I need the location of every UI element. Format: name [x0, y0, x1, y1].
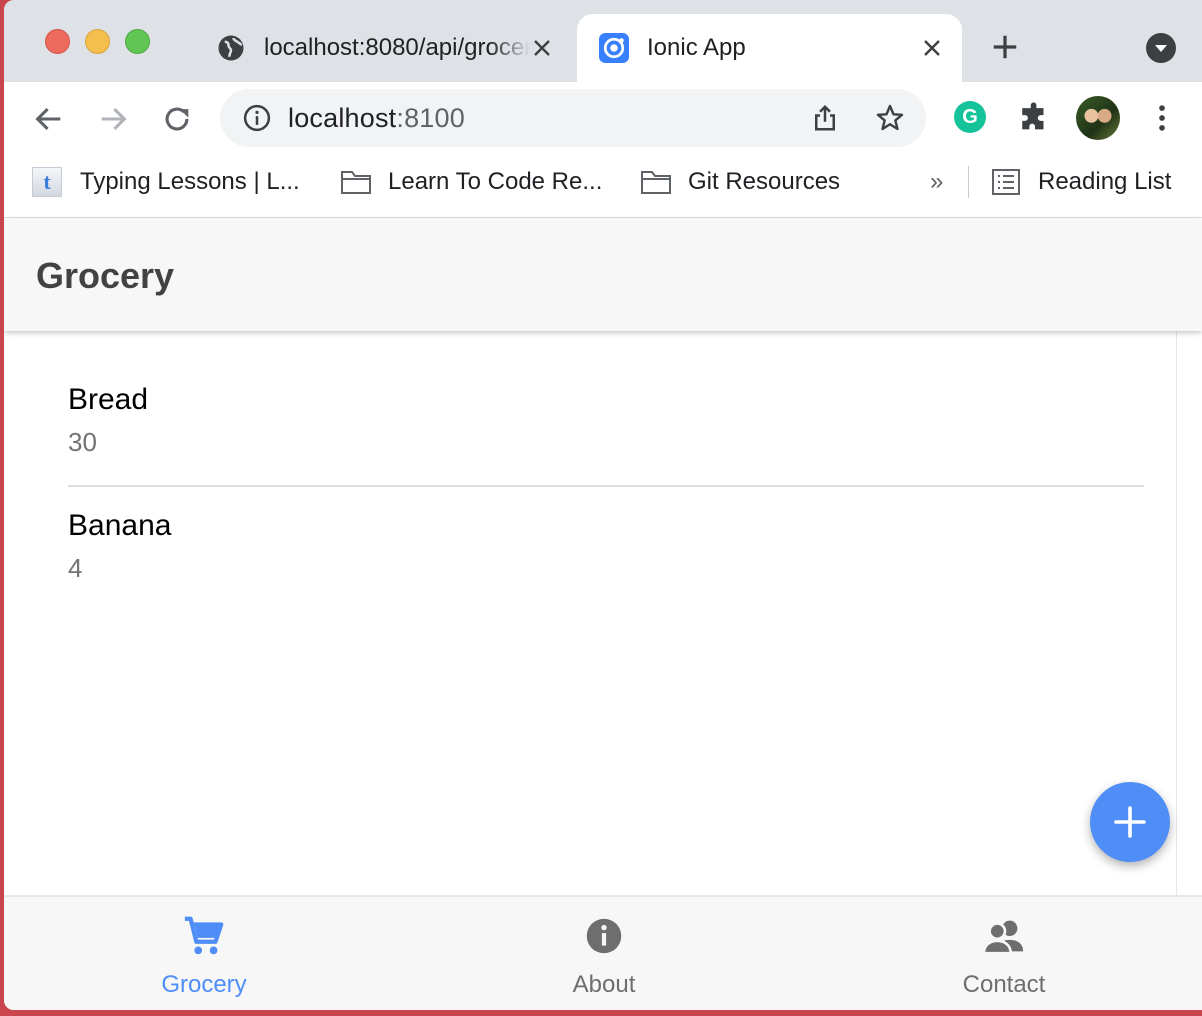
cart-icon [184, 916, 224, 955]
page-title: Grocery [36, 255, 175, 296]
tab-label: Contact [962, 971, 1046, 998]
bookmark-typing-lessons[interactable]: t Typing Lessons | L... [32, 166, 300, 198]
grocery-list: Bread 30 Banana 4 [4, 331, 1176, 895]
reload-icon[interactable] [160, 102, 194, 136]
typing-club-icon: t [32, 167, 62, 197]
url-text: localhost:8100 [288, 103, 465, 133]
tab-label: Grocery [161, 971, 247, 998]
address-bar[interactable]: localhost:8100 [220, 89, 926, 147]
browser-toolbar: localhost:8100 G [4, 82, 1202, 156]
add-item-button[interactable] [1090, 782, 1170, 862]
browser-tab-ionic[interactable]: Ionic App [577, 14, 962, 82]
list-divider [68, 485, 1144, 487]
forward-arrow-icon[interactable] [96, 102, 130, 136]
item-name: Bread [68, 383, 149, 416]
info-icon [586, 918, 622, 954]
share-icon[interactable] [810, 102, 840, 134]
grammarly-extension-icon[interactable]: G [954, 101, 986, 133]
browser-tab-api[interactable]: localhost:8080/api/grocery [200, 14, 572, 82]
browser-window: localhost:8080/api/grocery Ionic App loc… [4, 0, 1202, 1010]
more-vertical-icon[interactable] [1145, 101, 1179, 135]
puzzle-icon[interactable] [1018, 101, 1052, 135]
people-icon [982, 920, 1024, 955]
info-icon[interactable] [242, 103, 272, 133]
bottom-tab-bar: Grocery About Contact [4, 895, 1202, 1010]
star-icon[interactable] [874, 102, 906, 134]
scrollbar-track [1176, 331, 1177, 895]
reading-list-icon [992, 169, 1020, 195]
ionic-logo-icon [599, 33, 629, 63]
tab-title: Ionic App [647, 34, 746, 61]
bookmarks-overflow-button[interactable]: » [930, 168, 943, 196]
close-icon[interactable] [530, 36, 554, 60]
plus-icon [1114, 806, 1146, 838]
tab-strip: localhost:8080/api/grocery Ionic App [4, 0, 1202, 82]
tab-grocery[interactable]: Grocery [4, 897, 404, 1010]
item-name: Banana [68, 509, 172, 542]
tab-about[interactable]: About [404, 897, 804, 1010]
plus-icon[interactable] [990, 32, 1020, 62]
app-header: Grocery [4, 219, 1202, 331]
tab-search-button[interactable] [1146, 33, 1176, 63]
tab-label: About [572, 971, 636, 998]
bookmarks-separator [968, 166, 969, 198]
window-maximize-button[interactable] [125, 29, 150, 54]
list-item[interactable]: Banana 4 [68, 509, 1144, 584]
item-quantity: 4 [68, 553, 83, 583]
app-viewport: Grocery Bread 30 Banana 4 Grocery About … [4, 219, 1202, 1010]
reading-list-button[interactable]: Reading List [990, 166, 1171, 198]
folder-icon [341, 171, 371, 194]
globe-icon [218, 35, 244, 61]
list-item[interactable]: Bread 30 [68, 383, 1144, 458]
close-icon[interactable] [920, 36, 944, 60]
back-arrow-icon[interactable] [32, 102, 66, 136]
tab-title: localhost:8080/api/grocery [264, 34, 530, 61]
folder-icon [641, 171, 671, 194]
window-close-button[interactable] [45, 29, 70, 54]
window-minimize-button[interactable] [85, 29, 110, 54]
avatar[interactable] [1076, 96, 1120, 140]
item-quantity: 30 [68, 427, 97, 457]
bookmark-git-resources[interactable]: Git Resources [640, 166, 840, 198]
bookmark-learn-to-code[interactable]: Learn To Code Re... [340, 166, 602, 198]
chevron-down-icon [1155, 45, 1167, 52]
bookmarks-bar: t Typing Lessons | L... Learn To Code Re… [4, 156, 1202, 218]
tab-contact[interactable]: Contact [804, 897, 1202, 1010]
